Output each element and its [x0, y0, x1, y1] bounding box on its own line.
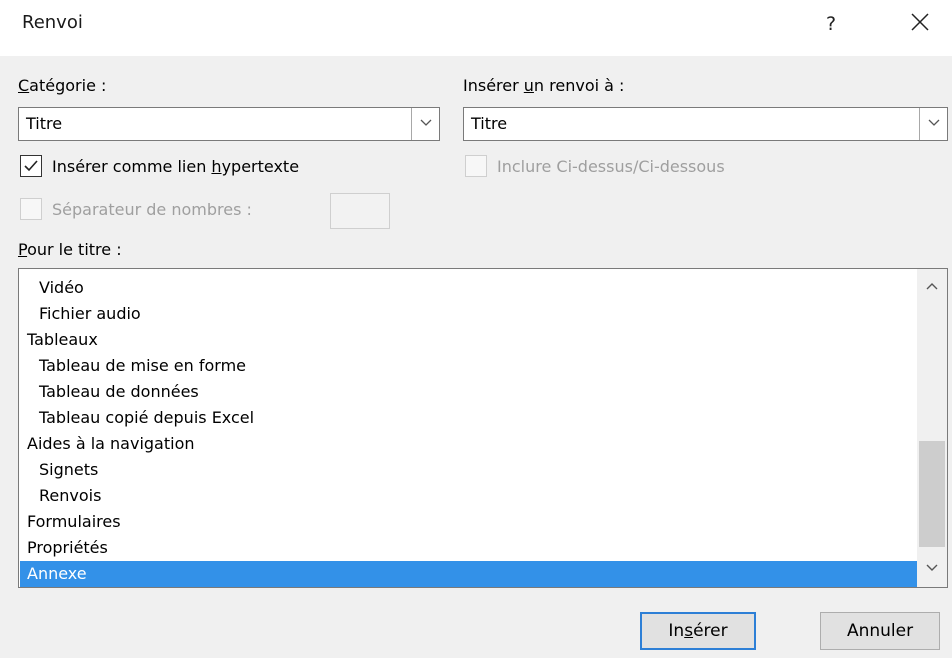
help-button[interactable]: ? — [816, 8, 846, 40]
hyperlink-checkbox[interactable] — [20, 155, 42, 177]
list-item[interactable]: Tableau de mise en forme — [20, 353, 918, 379]
separator-checkbox-label: Séparateur de nombres : — [52, 200, 252, 219]
category-value: Titre — [26, 114, 63, 133]
chevron-down-icon — [926, 564, 938, 571]
list-item[interactable]: Aides à la navigation — [20, 431, 918, 457]
cross-reference-dialog: Renvoi ? Catégorie : Titre Insérer un re… — [0, 0, 952, 658]
chevron-down-icon — [928, 119, 939, 126]
heading-listbox[interactable]: Vidéo Fichier audio Tableaux Tableau de mis… — [18, 268, 948, 588]
list-item[interactable]: Tableau copié depuis Excel — [20, 405, 918, 431]
list-item[interactable]: Tableaux — [20, 327, 918, 353]
insert-reference-dropdown-arrow[interactable] — [919, 108, 947, 140]
list-item[interactable]: Vidéo — [20, 275, 918, 301]
insert-button[interactable]: Insérer — [640, 612, 756, 650]
cancel-button[interactable]: Annuler — [820, 612, 940, 650]
title-bar: Renvoi ? — [0, 0, 952, 56]
scroll-up-button[interactable] — [917, 273, 947, 301]
list-item[interactable]: Propriétés — [20, 535, 918, 561]
insert-reference-dropdown[interactable]: Titre — [463, 107, 948, 141]
separator-checkbox[interactable] — [20, 198, 42, 220]
scroll-down-button[interactable] — [917, 555, 947, 583]
list-item[interactable]: Tableau de données — [20, 379, 918, 405]
hyperlink-checkbox-label[interactable]: Insérer comme lien hypertexte — [52, 157, 299, 176]
list-item[interactable]: Renvois — [20, 483, 918, 509]
checkmark-icon — [24, 160, 38, 172]
close-button[interactable] — [900, 8, 940, 42]
for-title-label: Pour le titre : — [18, 240, 122, 259]
dialog-title: Renvoi — [22, 12, 83, 33]
list-item[interactable]: Fichier audio — [20, 301, 918, 327]
list-item[interactable]: Formulaires — [20, 509, 918, 535]
insert-reference-value: Titre — [471, 114, 508, 133]
category-dropdown[interactable]: Titre — [18, 107, 440, 141]
insert-reference-label: Insérer un renvoi à : — [463, 76, 625, 95]
category-label: Catégorie : — [18, 76, 107, 95]
category-dropdown-arrow[interactable] — [411, 108, 439, 140]
list-item[interactable]: Signets — [20, 457, 918, 483]
scroll-thumb[interactable] — [919, 441, 945, 547]
list-item-selected[interactable]: Annexe — [20, 561, 918, 587]
above-below-checkbox-label: Inclure Ci-dessus/Ci-dessous — [497, 157, 725, 176]
chevron-down-icon — [420, 119, 431, 126]
above-below-checkbox[interactable] — [465, 155, 487, 177]
vertical-scrollbar[interactable] — [917, 269, 947, 587]
chevron-up-icon — [926, 283, 938, 290]
close-icon — [911, 13, 929, 31]
separator-input[interactable] — [330, 193, 390, 229]
